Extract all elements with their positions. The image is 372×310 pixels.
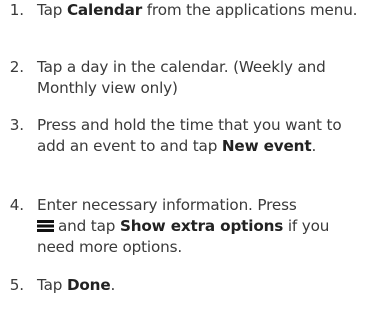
step-number: 2. — [9, 58, 24, 76]
step-4: 4. Enter necessary information. Press an… — [0, 195, 372, 258]
step-text: . — [311, 137, 317, 155]
step-text: Tap — [37, 1, 67, 19]
app-name-calendar: Calendar — [66, 1, 143, 19]
step-1: 1. Tap Calendar from the applications me… — [0, 0, 361, 21]
step-text: and tap — [58, 217, 120, 235]
step-5: 5. Tap Done. — [0, 275, 119, 296]
step-text: Tap — [37, 276, 67, 294]
option-done: Done — [66, 276, 111, 294]
step-text: Enter necessary information. Press — [37, 196, 297, 214]
step-number: 3. — [9, 116, 24, 134]
step-text: Tap a day in the calendar. (Weekly and M… — [37, 58, 326, 97]
step-text: . — [110, 276, 116, 294]
step-number: 5. — [9, 276, 24, 294]
step-number: 4. — [9, 196, 24, 214]
step-text: from the applications menu. — [142, 1, 358, 19]
option-new-event: New event — [221, 137, 312, 155]
step-3: 3. Press and hold the time that you want… — [0, 115, 372, 157]
menu-icon — [37, 220, 54, 232]
option-show-extra-options: Show extra options — [119, 217, 284, 235]
step-2: 2. Tap a day in the calendar. (Weekly an… — [0, 57, 372, 99]
step-number: 1. — [9, 1, 24, 19]
